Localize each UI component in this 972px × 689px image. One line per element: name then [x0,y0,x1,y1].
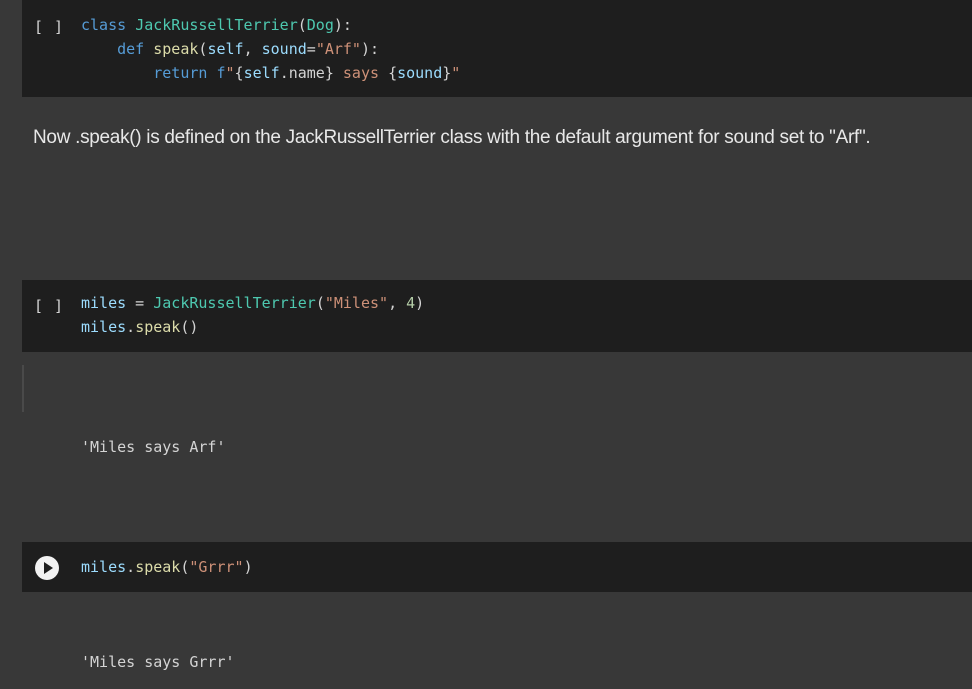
code-cell-speak-grrr[interactable]: miles.speak("Grrr") [22,542,972,592]
code-line-2: def speak(self, sound="Arf"): [117,40,380,58]
play-icon[interactable] [35,556,59,580]
code-editor[interactable]: miles.speak("Grrr") [81,555,253,579]
run-cell-indicator[interactable]: [ ] [34,297,64,315]
code-line-1: class JackRussellTerrier(Dog): [81,16,352,34]
cell-output: 'Miles says Grrr' [81,653,235,671]
code-editor[interactable]: class JackRussellTerrier(Dog): def speak… [81,13,460,85]
cell-output-area: 'Miles says Grrr' [22,642,972,689]
cell-focus-border [22,365,24,412]
code-cell-miles-instance[interactable]: [ ] miles = JackRussellTerrier("Miles", … [22,280,972,352]
code-line-1: miles = JackRussellTerrier("Miles", 4) [81,294,425,312]
cell-output-area: 'Miles says Arf' [22,424,972,482]
code-line-1: miles.speak("Grrr") [81,558,253,576]
code-line-2: miles.speak() [81,318,199,336]
code-line-3: return f"{self.name} says {sound}" [153,64,461,82]
code-cell-class-definition[interactable]: [ ] class JackRussellTerrier(Dog): def s… [22,0,972,97]
markdown-text-cell: Now .speak() is defined on the JackRusse… [33,127,871,148]
cell-output: 'Miles says Arf' [81,438,226,456]
run-cell-indicator[interactable]: [ ] [34,18,64,36]
code-editor[interactable]: miles = JackRussellTerrier("Miles", 4) m… [81,291,424,339]
